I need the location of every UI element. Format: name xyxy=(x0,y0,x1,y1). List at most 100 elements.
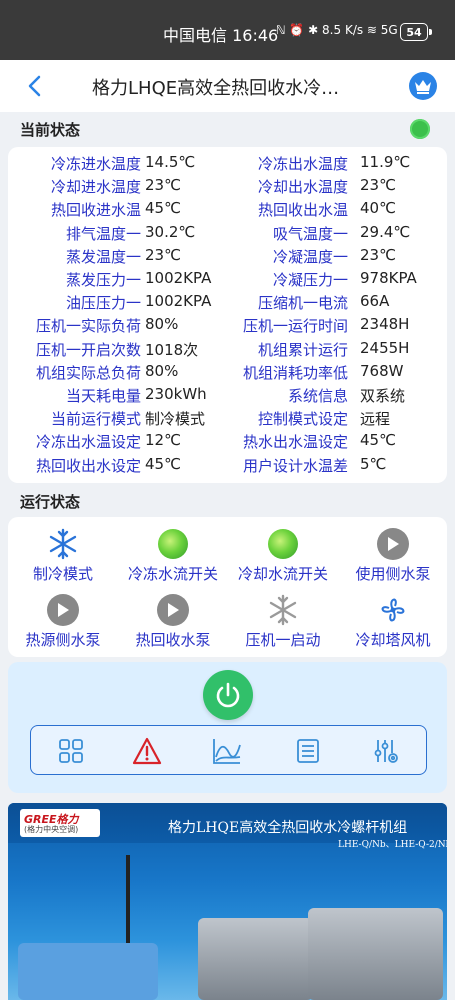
fan-icon xyxy=(376,593,410,627)
banner-subtitle: LHE-Q/Nb、LHE-Q-2/Nb xyxy=(338,840,447,850)
param-label: 用户设计水温差 xyxy=(242,456,348,475)
param-row: 油压压力一 1002KPA 压缩机一电流 66A xyxy=(8,290,447,313)
chiller-unit-image xyxy=(198,918,313,1000)
param-label: 机组消耗功率低 xyxy=(242,363,348,382)
run-item-label: 冷却塔风机 xyxy=(355,631,431,649)
run-status-heading: 运行状态 xyxy=(20,493,81,511)
page-title: 格力LHQE高效全热回收水冷… xyxy=(92,78,340,99)
param-value: 23℃ xyxy=(360,245,396,264)
control-panel xyxy=(8,662,447,793)
param-label: 冷冻出水温设定 xyxy=(35,433,141,452)
system-status-bar: 中国电信 16:46 ℕ ⏰ ✱ 8.5 K/s ≋ 5G 54 xyxy=(0,0,455,60)
run-item-label: 使用侧水泵 xyxy=(355,565,431,583)
green-indicator-icon xyxy=(266,527,300,561)
logo-subtitle: (格力中央空调) xyxy=(24,825,79,834)
param-value: 23℃ xyxy=(360,176,396,195)
run-item-user-pump: 使用侧水泵 xyxy=(338,527,448,584)
param-label: 控制模式设定 xyxy=(257,410,348,429)
param-label: 当天耗电量 xyxy=(65,387,141,405)
param-label: 冷却进水温度 xyxy=(50,178,141,197)
param-value: 23℃ xyxy=(145,176,181,195)
run-item-cooling-flow-switch: 冷却水流开关 xyxy=(228,527,338,584)
param-label: 热回收出水设定 xyxy=(35,456,141,475)
settings-sliders-icon[interactable] xyxy=(371,736,401,766)
run-item-cooling-tower-fan: 冷却塔风机 xyxy=(338,593,448,650)
battery-tip xyxy=(429,29,432,35)
param-row: 蒸发温度一 23℃ 冷凝温度一 23℃ xyxy=(8,244,447,267)
param-label: 油压压力一 xyxy=(65,294,141,313)
online-status-indicator xyxy=(410,119,430,139)
snowflake-gray-icon xyxy=(266,593,300,627)
run-item-compressor-start: 压机一启动 xyxy=(228,593,338,650)
param-value: 1002KPA xyxy=(145,292,212,311)
gray-play-icon xyxy=(376,527,410,561)
gray-play-icon xyxy=(46,593,80,627)
param-label: 蒸发温度一 xyxy=(65,247,141,266)
power-button[interactable] xyxy=(203,670,253,720)
green-indicator-icon xyxy=(156,527,190,561)
gray-play-icon xyxy=(156,593,190,627)
back-arrow-icon[interactable] xyxy=(22,72,50,100)
list-document-icon[interactable] xyxy=(293,736,323,766)
param-label: 排气温度一 xyxy=(65,224,141,243)
param-value: 2455H xyxy=(360,338,410,357)
param-value: 双系统 xyxy=(360,387,406,405)
param-value: 14.5℃ xyxy=(145,153,196,171)
param-label: 当前运行模式 xyxy=(50,410,141,429)
param-label: 机组累计运行 xyxy=(257,340,348,359)
param-value: 远程 xyxy=(360,410,391,429)
param-row: 热回收进水温 45℃ 热回收出水温 40℃ xyxy=(8,197,447,220)
chiller-unit-image xyxy=(308,908,443,1000)
param-value: 45℃ xyxy=(360,431,396,450)
param-value: 12℃ xyxy=(145,431,181,450)
current-status-panel: 冷冻进水温度 14.5℃ 冷冻出水温度 11.9℃ 冷却进水温度 23℃ 冷却出水温度 23℃… xyxy=(8,147,447,483)
param-value: 11.9℃ xyxy=(360,153,411,171)
crown-icon[interactable] xyxy=(409,72,437,100)
param-row: 冷冻出水温设定 12℃ 热水出水温设定 45℃ xyxy=(8,429,447,452)
param-value: 230kWh xyxy=(145,385,207,403)
param-label: 热回收进水温 xyxy=(50,201,141,220)
param-label: 机组实际总负荷 xyxy=(35,363,141,382)
param-label: 冷冻出水温度 xyxy=(257,155,348,173)
param-label: 系统信息 xyxy=(287,387,348,405)
run-status-panel: 制冷模式 冷冻水流开关 冷却水流开关 使用侧水泵 热源侧水泵 热回收水泵 压机一… xyxy=(8,517,447,657)
param-value: 23℃ xyxy=(145,245,181,264)
run-item-source-pump: 热源侧水泵 xyxy=(8,593,118,650)
run-item-label: 压机一启动 xyxy=(245,631,321,649)
param-label: 冷却出水温度 xyxy=(257,178,348,197)
param-value: 80% xyxy=(145,315,179,334)
nav-bar: 格力LHQE高效全热回收水冷… xyxy=(0,60,455,112)
param-value: 40℃ xyxy=(360,199,396,218)
param-row: 排气温度一 30.2℃ 吸气温度一 29.4℃ xyxy=(8,221,447,244)
param-row: 当天耗电量 230kWh 系统信息 双系统 xyxy=(8,383,447,406)
param-value: 1018次 xyxy=(145,340,199,359)
run-item-label: 冷冻水流开关 xyxy=(127,565,218,583)
param-value: 80% xyxy=(145,361,179,380)
param-label: 压机一开启次数 xyxy=(35,340,141,359)
param-label: 压机一运行时间 xyxy=(242,317,348,336)
param-row: 机组实际总负荷 80% 机组消耗功率低 768W xyxy=(8,360,447,383)
param-label: 吸气温度一 xyxy=(272,224,348,243)
param-row: 热回收出水设定 45℃ 用户设计水温差 5℃ xyxy=(8,453,447,476)
alarm-warning-icon[interactable] xyxy=(132,736,162,766)
param-value: 45℃ xyxy=(145,454,181,473)
status-icons: ℕ ⏰ ✱ 8.5 K/s ≋ 5G xyxy=(276,23,398,37)
grid-menu-icon[interactable] xyxy=(56,736,86,766)
param-label: 冷冻进水温度 xyxy=(50,155,141,173)
run-item-label: 制冷模式 xyxy=(32,565,93,583)
trend-chart-icon[interactable] xyxy=(212,736,242,766)
current-status-heading: 当前状态 xyxy=(20,121,81,139)
param-value: 2348H xyxy=(360,315,410,334)
run-item-cooling-mode: 制冷模式 xyxy=(8,527,118,584)
run-item-chilled-flow-switch: 冷冻水流开关 xyxy=(118,527,228,584)
param-value: 30.2℃ xyxy=(145,222,196,241)
param-value: 制冷模式 xyxy=(145,410,206,429)
param-label: 热回收出水温 xyxy=(257,201,348,220)
param-label: 冷凝温度一 xyxy=(272,247,348,266)
run-item-label: 热回收水泵 xyxy=(135,631,211,649)
param-value: 768W xyxy=(360,361,404,380)
param-label: 热水出水温设定 xyxy=(242,433,348,452)
param-row: 压机一实际负荷 80% 压机一运行时间 2348H xyxy=(8,313,447,336)
param-row: 冷却进水温度 23℃ 冷却出水温度 23℃ xyxy=(8,174,447,197)
battery-icon: 54 xyxy=(400,23,428,41)
